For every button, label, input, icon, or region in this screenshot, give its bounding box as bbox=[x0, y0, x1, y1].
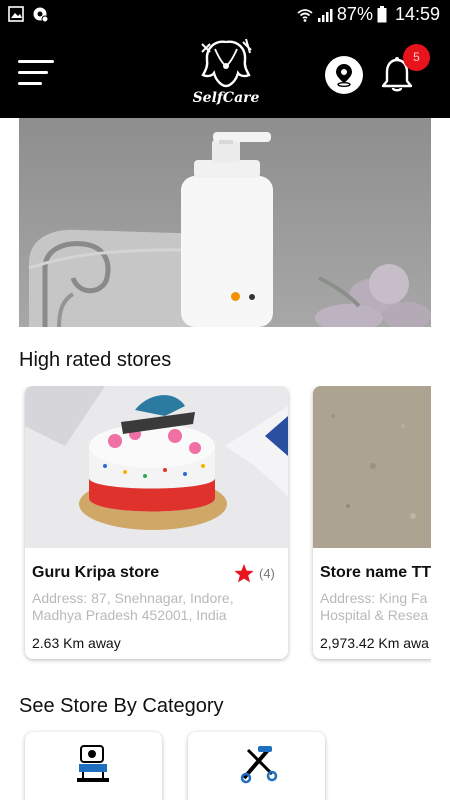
store-address-line: Address: King Fa bbox=[320, 590, 428, 606]
notification-badge: 5 bbox=[403, 44, 430, 71]
image-icon bbox=[8, 6, 24, 22]
app-header: SelfCare 5 bbox=[0, 32, 450, 118]
banner-carousel[interactable] bbox=[19, 118, 431, 327]
store-image bbox=[313, 386, 431, 548]
store-card[interactable]: Store name TT Address: King Fa Hospital … bbox=[313, 386, 431, 659]
store-distance: 2,973.42 Km awa bbox=[320, 635, 429, 651]
clock: 14:59 bbox=[394, 4, 440, 24]
location-pin-icon bbox=[336, 64, 352, 87]
rating-count: (4) bbox=[259, 566, 275, 581]
store-name: Guru Kripa store bbox=[32, 564, 160, 581]
carousel-dot-active[interactable] bbox=[231, 292, 240, 301]
battery-percent: 87% bbox=[336, 4, 373, 24]
carousel-indicator bbox=[231, 292, 255, 301]
star-icon bbox=[234, 564, 254, 583]
store-address: Address: 87, Snehnagar, Indore, Madhya P… bbox=[32, 590, 262, 624]
status-bar: 87% 14:59 bbox=[0, 0, 450, 32]
category-card[interactable] bbox=[188, 732, 325, 800]
store-image bbox=[25, 386, 288, 548]
high-rated-title: High rated stores bbox=[19, 349, 172, 371]
category-card[interactable] bbox=[25, 732, 162, 800]
banner-image bbox=[28, 132, 431, 327]
store-address: Address: King Fa Hospital & Resea bbox=[320, 590, 431, 624]
hamburger-menu-icon[interactable] bbox=[18, 58, 56, 88]
store-card[interactable]: Guru Kripa store (4) Address: 87, Snehna… bbox=[25, 386, 288, 659]
high-rated-store-list[interactable]: Guru Kripa store (4) Address: 87, Snehna… bbox=[19, 386, 431, 666]
wifi-icon bbox=[297, 8, 313, 22]
store-address-line: Madhya Pradesh 452001, India bbox=[32, 607, 227, 623]
settings-notification-icon bbox=[33, 7, 48, 22]
salon-chair-icon bbox=[77, 745, 109, 782]
selfcare-logo: SelfCare bbox=[188, 36, 264, 112]
store-name: Store name TT bbox=[320, 564, 431, 581]
carousel-dot[interactable] bbox=[249, 293, 255, 300]
store-address-line: Address: 87, Snehnagar, Indore, bbox=[32, 590, 234, 606]
location-button[interactable] bbox=[325, 56, 363, 94]
store-distance: 2.63 Km away bbox=[32, 635, 121, 651]
signal-icon bbox=[317, 8, 333, 22]
category-section-title: See Store By Category bbox=[19, 695, 224, 717]
logo-text: SelfCare bbox=[192, 90, 260, 106]
battery-icon bbox=[377, 6, 387, 23]
store-address-line: Hospital & Resea bbox=[320, 607, 429, 623]
grooming-tools-icon bbox=[240, 746, 278, 784]
store-rating: (4) bbox=[234, 564, 275, 583]
